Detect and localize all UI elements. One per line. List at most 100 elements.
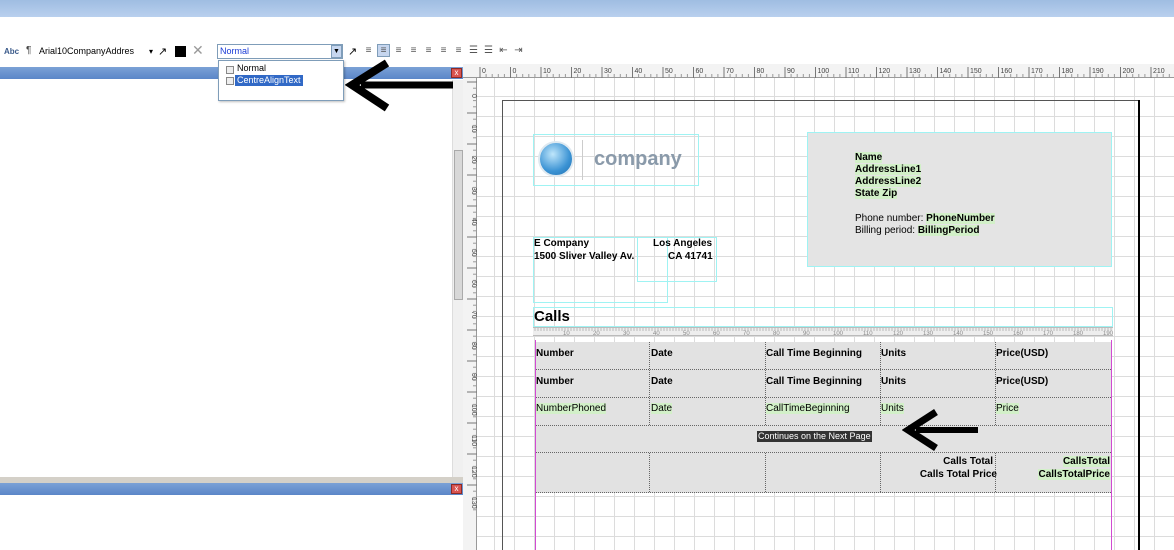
ruler-tick-label: 120 [879, 68, 891, 75]
band-ruler-label: 130 [923, 331, 934, 337]
address-line2-field: AddressLine2 [855, 176, 922, 187]
clear-format-icon[interactable]: ✕ [192, 42, 204, 59]
font-color-button[interactable] [175, 46, 186, 57]
calls-total-price-value: CallsTotalPrice [1038, 469, 1110, 480]
style-dropdown-button[interactable]: ▼ [331, 45, 342, 58]
ruler-tick-label: 210 [1153, 68, 1165, 75]
billing-field: BillingPeriod [917, 225, 980, 236]
style-option-normal[interactable]: Normal [235, 63, 268, 74]
calls-total-value: CallsTotal [1062, 456, 1110, 467]
numbered-list-icon[interactable]: ☰ [483, 45, 494, 56]
calls-total-price-field: CallsTotalPrice [996, 469, 1110, 509]
spellcheck-icon[interactable]: Abc [4, 47, 19, 56]
ruler-tick-label: 50 [665, 68, 673, 75]
indent-increase-icon[interactable]: ⇥ [513, 45, 524, 56]
horizontal-ruler-ticks: 0 0 10 20 30 40 50 60 70 80 90 100 110 120 130 140 150 16… [479, 67, 1170, 78]
ruler-tick-label: 70 [726, 68, 734, 75]
font-select-value: Arial10CompanyAddres [39, 46, 135, 56]
band-ruler: 10 20 30 40 50 60 70 80 90 100 110 120 130 140 150 160 1… [533, 327, 1114, 337]
band-ruler-label: 160 [1013, 331, 1024, 337]
align-right-icon[interactable]: ≡ [393, 45, 404, 56]
page-border [502, 100, 503, 550]
ruler-tick-label: 130 [909, 68, 921, 75]
band-ruler-label: 70 [743, 331, 750, 337]
phone-label: Phone number: [855, 213, 927, 224]
style-dropdown-list: Normal CentreAlignText [218, 60, 344, 101]
indent-decrease-icon[interactable]: ⇤ [498, 45, 509, 56]
align-bottom-icon[interactable]: ≡ [453, 45, 464, 56]
billing-line: Billing period: BillingPeriod [855, 225, 980, 236]
column-divider [649, 453, 650, 492]
ruler-tick-label: 150 [970, 68, 982, 75]
properties-panel [0, 495, 463, 550]
table-header-row[interactable]: Number Date Call Time Beginning Units Pr… [536, 370, 1111, 398]
band-ruler-label: 150 [983, 331, 994, 337]
paragraph-marks-icon[interactable]: ¶ [26, 45, 31, 56]
ruler-tick-label: 100 [470, 404, 477, 416]
ruler-tick-label: 20 [574, 68, 582, 75]
ruler-tick-label: 110 [470, 435, 477, 446]
page-border [1138, 100, 1140, 550]
paragraph-style-icon [226, 66, 234, 74]
ruler-tick-label: 30 [604, 68, 612, 75]
bullet-list-icon[interactable]: ☰ [468, 45, 479, 56]
date-field: Date [651, 403, 673, 414]
band-ruler-label: 40 [653, 331, 660, 337]
billing-label: Billing period: [855, 225, 918, 236]
price-field: Price [996, 403, 1019, 414]
band-ruler-label: 170 [1043, 331, 1054, 337]
align-center-icon[interactable]: ≡ [377, 44, 390, 57]
ruler-tick-label: 110 [848, 68, 859, 75]
panel-scrollbar[interactable] [452, 80, 463, 477]
paragraph-style-select[interactable]: Normal [217, 44, 343, 59]
section-title: Calls [534, 308, 570, 325]
address-line1-field: AddressLine1 [855, 164, 922, 175]
chevron-down-icon[interactable]: ▾ [149, 44, 153, 59]
style-option-centrealigntext[interactable]: CentreAlignText [235, 75, 303, 86]
page-border [502, 100, 1139, 101]
align-left-icon[interactable]: ≡ [363, 45, 374, 56]
address-field: AddressLine2 [855, 176, 922, 187]
band-ruler-label: 50 [683, 331, 690, 337]
company-logo-icon [538, 141, 574, 177]
align-top-icon[interactable]: ≡ [438, 45, 449, 56]
align-distributed-icon[interactable]: ≡ [423, 45, 434, 56]
vertical-ruler: 0 10 20 30 40 50 60 70 80 90 100 110 120 130 [463, 78, 477, 550]
address-field: AddressLine1 [855, 164, 922, 175]
ruler-tick-label: 200 [1123, 68, 1135, 75]
totals-row[interactable]: Calls Total Calls Total Price CallsTotal… [536, 453, 1111, 493]
ruler-tick-label: 140 [940, 68, 952, 75]
close-icon[interactable]: x [451, 484, 462, 494]
ruler-tick-label: 120 [470, 466, 477, 478]
align-justify-icon[interactable]: ≡ [408, 45, 419, 56]
band-ruler-label: 100 [833, 331, 844, 337]
ruler-tick-label: 100 [818, 68, 830, 75]
band-ruler-ticks: 10 20 30 40 50 60 70 80 90 100 110 120 130 140 150 160 1… [534, 328, 1114, 337]
ruler-tick-label: 0 [482, 68, 486, 75]
band-ruler-label: 120 [893, 331, 904, 337]
paragraph-style-icon [226, 77, 234, 85]
company-street: 1500 Sliver Valley Av. [534, 251, 635, 262]
ruler-tick-label: 170 [1031, 68, 1043, 75]
annotation-arrow-left [902, 409, 978, 451]
phone-field: PhoneNumber [926, 213, 995, 224]
table-data-row[interactable]: NumberPhoned Date CallTimeBeginning Unit… [536, 398, 1111, 426]
name-field: Name [855, 152, 883, 163]
ruler-tick-label: 60 [696, 68, 704, 75]
section-title-box[interactable] [533, 307, 1113, 327]
table-header-row[interactable]: Number Date Call Time Beginning Units Pr… [536, 342, 1111, 370]
pin-icon[interactable]: ↗ [158, 45, 167, 58]
ruler-tick-label: 190 [1092, 68, 1104, 75]
calls-total-price-label: Calls Total Price [919, 469, 997, 480]
address-field: Name [855, 152, 883, 163]
font-select[interactable]: Arial10CompanyAddres ▾ [37, 44, 155, 59]
pin-icon[interactable]: ↗ [348, 45, 357, 58]
band-ruler-label: 90 [803, 331, 810, 337]
ruler-tick-label: 10 [543, 68, 551, 75]
ruler-tick-label: 90 [787, 68, 795, 75]
ruler-tick-label: 160 [1001, 68, 1013, 75]
scrollbar-thumb[interactable] [454, 150, 463, 300]
window-title-bar [0, 0, 1174, 17]
customer-address-box[interactable]: Name AddressLine1 AddressLine2 State Zip… [807, 132, 1112, 267]
call-time-field: CallTimeBeginning [766, 403, 850, 414]
